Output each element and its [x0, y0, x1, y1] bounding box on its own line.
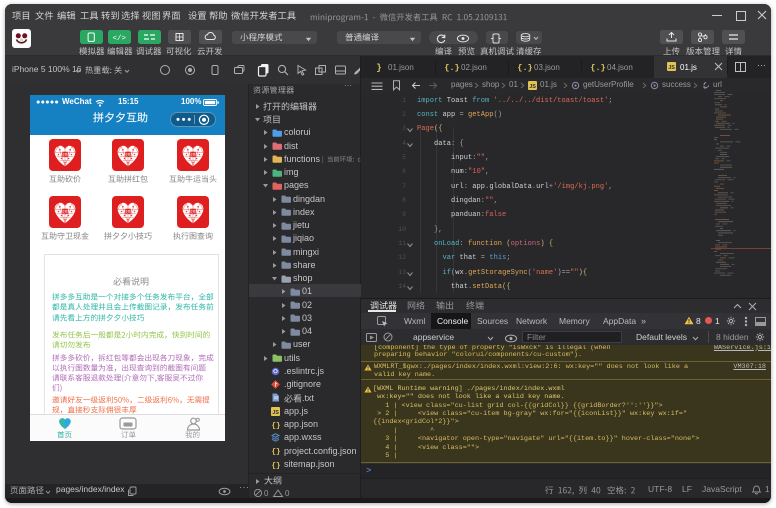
svg-text:JS: JS: [529, 84, 536, 90]
svg-text:JS: JS: [668, 65, 675, 71]
svg-text:}: }: [376, 63, 381, 73]
svg-text:{.}: {.}: [517, 63, 532, 73]
svg-text:{}: {}: [271, 462, 280, 470]
svg-text:</>: </>: [112, 35, 126, 43]
svg-text:{.}: {.}: [590, 63, 605, 73]
svg-text:0: 0: [285, 489, 290, 498]
svg-text:JS: JS: [272, 410, 279, 416]
svg-text:{}: {}: [271, 422, 280, 430]
svg-text:{.}: {.}: [444, 63, 459, 73]
svg-text:0: 0: [264, 489, 269, 498]
svg-text:{}: {}: [271, 449, 280, 457]
